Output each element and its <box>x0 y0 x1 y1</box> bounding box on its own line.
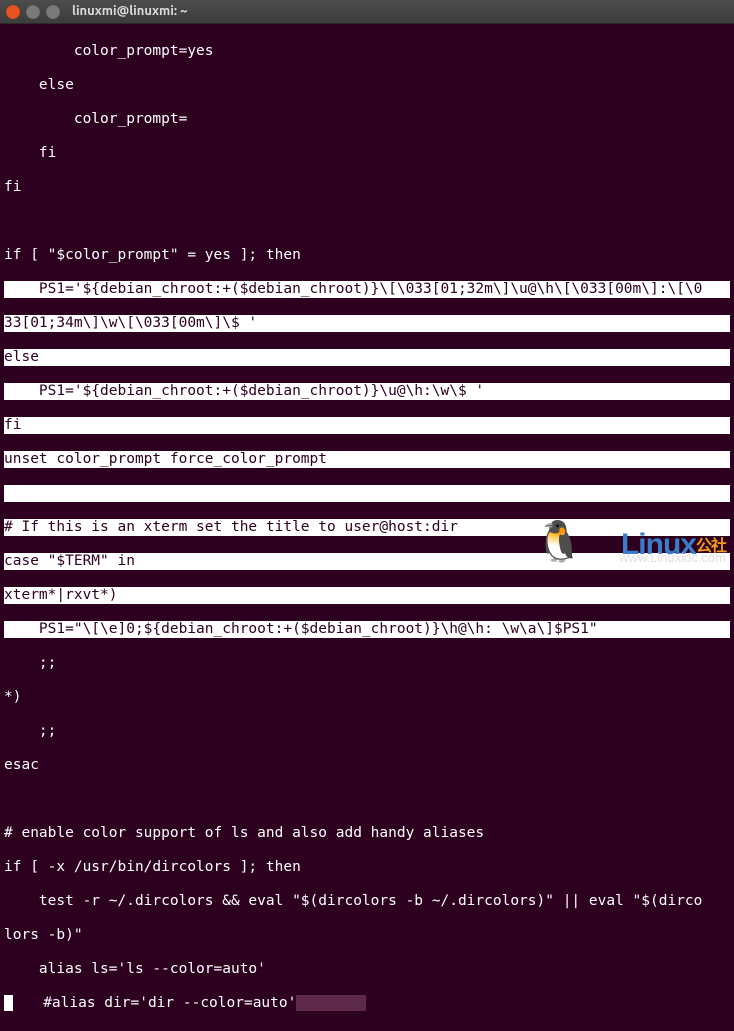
highlighted-line: # If this is an xterm set the title to u… <box>4 519 730 536</box>
minimize-icon[interactable] <box>26 5 40 19</box>
highlighted-line: unset color_prompt force_color_prompt <box>4 451 730 468</box>
code-line <box>4 213 730 230</box>
code-line: *) <box>4 689 730 706</box>
window-title: linuxmi@linuxmi: ~ <box>72 3 187 20</box>
code-line: ;; <box>4 655 730 672</box>
close-icon[interactable] <box>6 5 20 19</box>
highlighted-line: xterm*|rxvt*) <box>4 587 730 604</box>
code-line: test -r ~/.dircolors && eval "$(dircolor… <box>4 893 730 910</box>
code-line: color_prompt= <box>4 111 730 128</box>
terminal-viewport[interactable]: color_prompt=yes else color_prompt= fi f… <box>0 24 734 1031</box>
code-line: esac <box>4 757 730 774</box>
highlighted-line: case "$TERM" in <box>4 553 730 570</box>
code-line: ;; <box>4 723 730 740</box>
selection-hint <box>296 995 366 1011</box>
highlighted-line: else <box>4 349 730 366</box>
code-line: # enable color support of ls and also ad… <box>4 825 730 842</box>
tux-icon: 🐧 <box>534 522 584 562</box>
highlighted-line: PS1='${debian_chroot:+($debian_chroot)}\… <box>4 281 730 298</box>
code-line: else <box>4 77 730 94</box>
highlighted-line: fi <box>4 417 730 434</box>
code-line: alias ls='ls --color=auto' <box>4 961 730 978</box>
code-line: if [ -x /usr/bin/dircolors ]; then <box>4 859 730 876</box>
text-cursor <box>4 995 13 1011</box>
highlighted-line <box>4 485 730 502</box>
highlighted-line: PS1='${debian_chroot:+($debian_chroot)}\… <box>4 383 730 400</box>
code-line <box>4 791 730 808</box>
code-line: if [ "$color_prompt" = yes ]; then <box>4 247 730 264</box>
code-line: color_prompt=yes <box>4 43 730 60</box>
highlighted-line: 33[01;34m\]\w\[\033[00m\]\$ ' <box>4 315 730 332</box>
code-line: fi <box>4 145 730 162</box>
code-line: fi <box>4 179 730 196</box>
code-line: lors -b)" <box>4 927 730 944</box>
window-titlebar[interactable]: linuxmi@linuxmi: ~ <box>0 0 734 24</box>
highlighted-line: PS1="\[\e]0;${debian_chroot:+($debian_ch… <box>4 621 730 638</box>
cursor-line: #alias dir='dir --color=auto' <box>4 995 730 1012</box>
maximize-icon[interactable] <box>46 5 60 19</box>
